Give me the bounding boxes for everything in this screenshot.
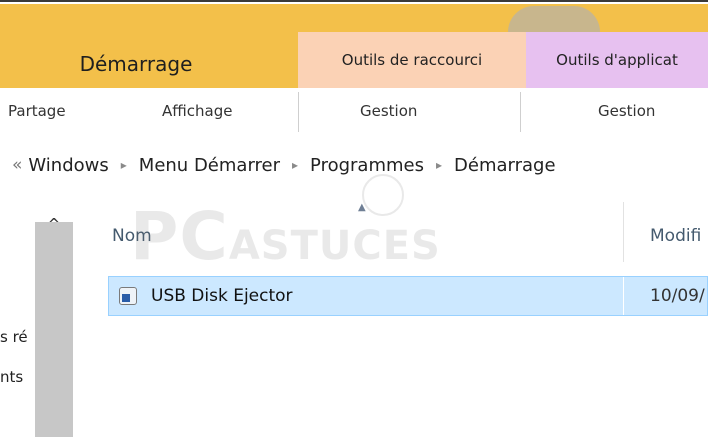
file-row-selected[interactable]: USB Disk Ejector 10/09/ <box>108 276 708 316</box>
window-control-knob <box>508 6 600 32</box>
breadcrumb-separator-icon[interactable]: ▸ <box>436 158 442 172</box>
tab-manage-shortcut[interactable]: Gestion <box>360 88 417 134</box>
tab-view[interactable]: Affichage <box>162 88 232 134</box>
ribbon-divider <box>520 92 521 132</box>
title-bar <box>0 4 708 32</box>
tab-manage-app[interactable]: Gestion <box>598 88 655 134</box>
breadcrumb-item-startup[interactable]: Démarrage <box>454 155 556 176</box>
nav-item-partial[interactable]: s ré <box>0 328 28 346</box>
column-header-modified[interactable]: Modifi <box>650 226 701 246</box>
row-divider <box>623 277 624 315</box>
address-bar[interactable]: « Windows ▸ Menu Démarrer ▸ Programmes ▸… <box>0 134 708 197</box>
tab-application-tools[interactable]: Outils d'applicat <box>526 32 708 88</box>
file-list: ▲ Nom Modifi USB Disk Ejector 10/09/ <box>82 196 708 437</box>
column-header-name[interactable]: Nom <box>112 226 152 246</box>
tab-share[interactable]: Partage <box>8 88 66 134</box>
tab-shortcut-tools[interactable]: Outils de raccourci <box>298 32 526 88</box>
sort-ascending-icon: ▲ <box>358 202 366 213</box>
navigation-pane: ^ s ré nts <box>0 196 82 437</box>
breadcrumb: « Windows ▸ Menu Démarrer ▸ Programmes ▸… <box>12 134 556 196</box>
nav-item-partial[interactable]: nts <box>0 368 28 386</box>
breadcrumb-separator-icon[interactable]: ▸ <box>121 158 127 172</box>
file-name[interactable]: USB Disk Ejector <box>151 277 293 315</box>
breadcrumb-item-programs[interactable]: Programmes <box>310 155 424 176</box>
breadcrumb-item-start-menu[interactable]: Menu Démarrer <box>139 155 280 176</box>
overflow-chevron-icon[interactable]: « <box>12 155 22 175</box>
navigation-scrollbar[interactable] <box>35 222 73 437</box>
shortcut-icon <box>119 287 137 305</box>
tab-home[interactable]: Démarrage <box>24 40 248 89</box>
explorer-window: Démarrage Outils de raccourci Outils d'a… <box>0 0 708 437</box>
ribbon-subtabs: Partage Affichage Gestion Gestion <box>0 88 708 135</box>
breadcrumb-item-windows[interactable]: Windows <box>28 155 108 176</box>
file-modified-date: 10/09/ <box>650 286 705 306</box>
ribbon-tabs: Démarrage Outils de raccourci Outils d'a… <box>0 32 708 89</box>
ribbon-divider <box>298 92 299 132</box>
column-divider[interactable] <box>623 202 624 262</box>
breadcrumb-separator-icon[interactable]: ▸ <box>292 158 298 172</box>
